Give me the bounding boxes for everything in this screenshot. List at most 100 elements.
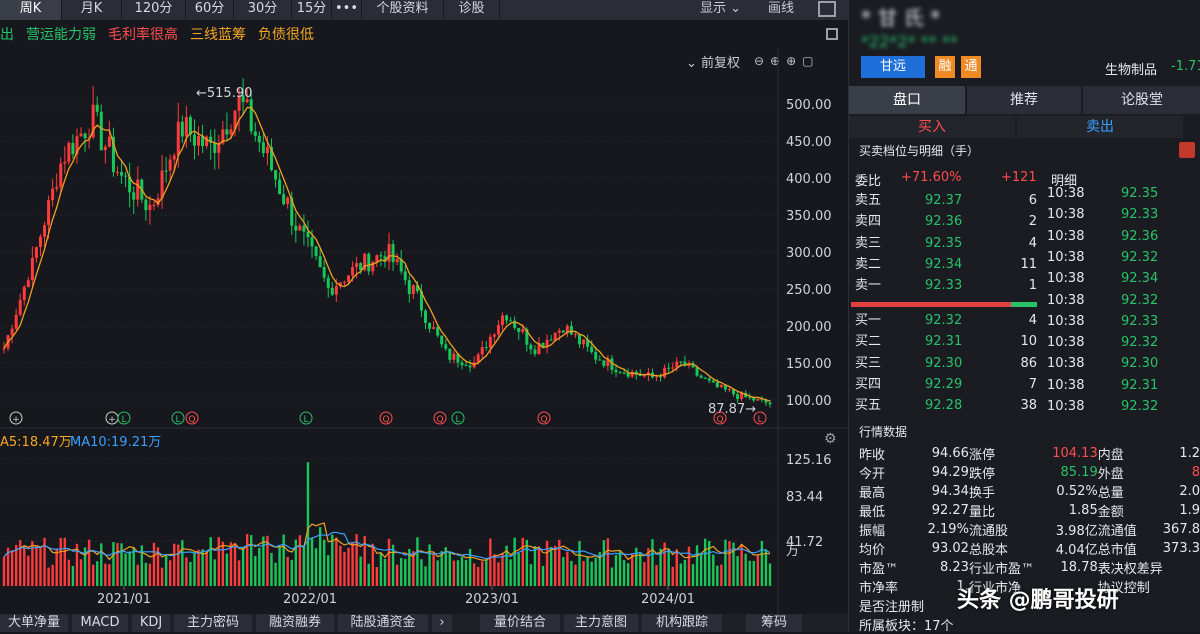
sector-name[interactable]: 生物制品 [1105,59,1157,78]
period-tab[interactable]: 60分 [186,0,234,20]
bids-price[interactable]: 92.32 [925,310,962,331]
bids-price[interactable]: 92.29 [925,374,962,395]
candle-body [286,197,290,205]
tab-recommend[interactable]: 推荐 [967,86,1081,114]
indicator-tab[interactable]: 融资融券 [256,614,334,632]
tab-forum[interactable]: 论股堂 [1083,86,1200,114]
candle-body [509,320,513,322]
chart-mini-icon[interactable] [1179,142,1195,158]
collapse-icon[interactable] [826,28,838,40]
asks-price[interactable]: 92.33 [925,275,962,296]
volume-bar [2,556,6,586]
sell-button[interactable]: 卖出 [1017,116,1183,138]
period-tab[interactable]: 15分 [292,0,332,20]
stock-tag[interactable]: 毛利率很高 [108,24,178,48]
market-cell: 373.3 [1162,541,1200,556]
volume-bar [306,462,310,586]
candle-body [476,354,480,363]
connect-badge[interactable]: 通 [961,56,981,78]
indicator-tab[interactable]: 机构跟踪 [642,614,722,632]
sector-change: -1.71 [1171,59,1200,74]
candle-body [488,336,492,348]
asks-price[interactable]: 92.34 [925,254,962,275]
window-icon[interactable] [818,1,836,17]
asks-price[interactable]: 92.35 [925,233,962,254]
tab-pankou[interactable]: 盘口 [849,86,965,114]
candle-body [464,365,468,367]
candle-body [318,256,322,267]
bids-price[interactable]: 92.28 [925,395,962,416]
period-tab[interactable]: 周K [0,0,62,20]
draw-line-button[interactable]: 画线 [768,0,794,20]
stock-tag[interactable]: 三线蓝筹 [190,24,246,48]
volume-bar [566,551,569,586]
period-tab[interactable]: 月K [62,0,122,20]
volume-bar [274,562,277,586]
volume-bar [521,537,524,586]
market-cell [1163,558,1200,577]
indicator-tab[interactable]: 筹码 [746,614,802,632]
indicator-tab[interactable]: 主力密码 [174,614,252,632]
volume-bar [152,542,156,586]
volume-bar [764,549,768,586]
indicator-tab[interactable]: MACD [72,614,128,632]
candle-body [334,286,338,295]
stock-tag[interactable]: 出 [0,24,14,48]
volume-bar [768,563,772,586]
period-tab[interactable]: 30分 [234,0,292,20]
candle-body [480,347,484,355]
display-menu[interactable]: 显示 ⌄ [700,0,741,20]
market-cell: 均价 [859,543,886,558]
stock-tag[interactable]: 营运能力弱 [26,24,96,48]
candle-body [55,186,59,189]
candle-body [561,330,565,333]
candle-body [298,225,302,231]
asks-price[interactable]: 92.36 [925,211,962,232]
candle-body [436,327,440,336]
kline-chart[interactable]: 500.00 450.00 400.00 350.00 300.00 250.00 200.… [0,48,848,614]
asks-price[interactable]: 92.37 [925,190,962,211]
period-tab[interactable]: 个股资料 [362,0,444,20]
candle-body [79,133,83,137]
market-cell: 94.34 [931,484,969,499]
bids-price[interactable]: 92.31 [925,331,962,352]
market-cell: 0.52% [1056,484,1098,499]
period-tab[interactable]: 诊股 [444,0,500,20]
margin-badge[interactable]: 融 [935,56,955,78]
candle-body [265,146,269,154]
candle-body [622,372,626,374]
buy-button[interactable]: 买入 [849,116,1015,138]
tick-price: 92.33 [1121,207,1159,223]
volume-bar [339,545,342,586]
market-cell: 市净率 [859,581,899,596]
volume-bar [160,567,164,586]
indicator-tab[interactable]: 量价结合 [480,614,560,632]
price-axis-label: 100.00 [786,394,832,409]
stock-tag[interactable]: 负债很低 [258,24,314,48]
indicator-tab[interactable]: › [432,614,452,632]
indicator-tab[interactable]: KDJ [132,614,170,632]
market-cell: 所属板块：17个 [859,619,954,634]
indicator-tab[interactable]: 陆股通资金 [338,614,428,632]
high-price-annotation: ←515.90 [196,86,252,101]
settings-gear-icon[interactable]: ⚙ [824,431,837,447]
period-tab[interactable]: 120分 [122,0,186,20]
tick-price: 92.36 [1121,228,1159,244]
bids-price[interactable]: 92.30 [925,353,962,374]
volume-bar [185,557,188,586]
market-cell: 1.9 [1179,503,1200,518]
market-cell: 8.23 [939,560,969,575]
candle-body [590,346,594,352]
event-marker-label: L [175,415,180,425]
volume-bar [387,538,391,586]
volume-bar [193,552,196,586]
candle-body [569,325,573,335]
indicator-tab[interactable]: 大单净量 [0,614,68,632]
indicator-tab[interactable]: 主力意图 [564,614,638,632]
tag-badge[interactable]: 甘远 [861,56,925,78]
period-tab[interactable]: ••• [332,0,362,20]
candle-body [63,161,67,164]
watermark: 头条 @鹏哥投研 [957,588,1119,613]
volume-bar [59,537,62,586]
volume-bar [493,554,496,586]
